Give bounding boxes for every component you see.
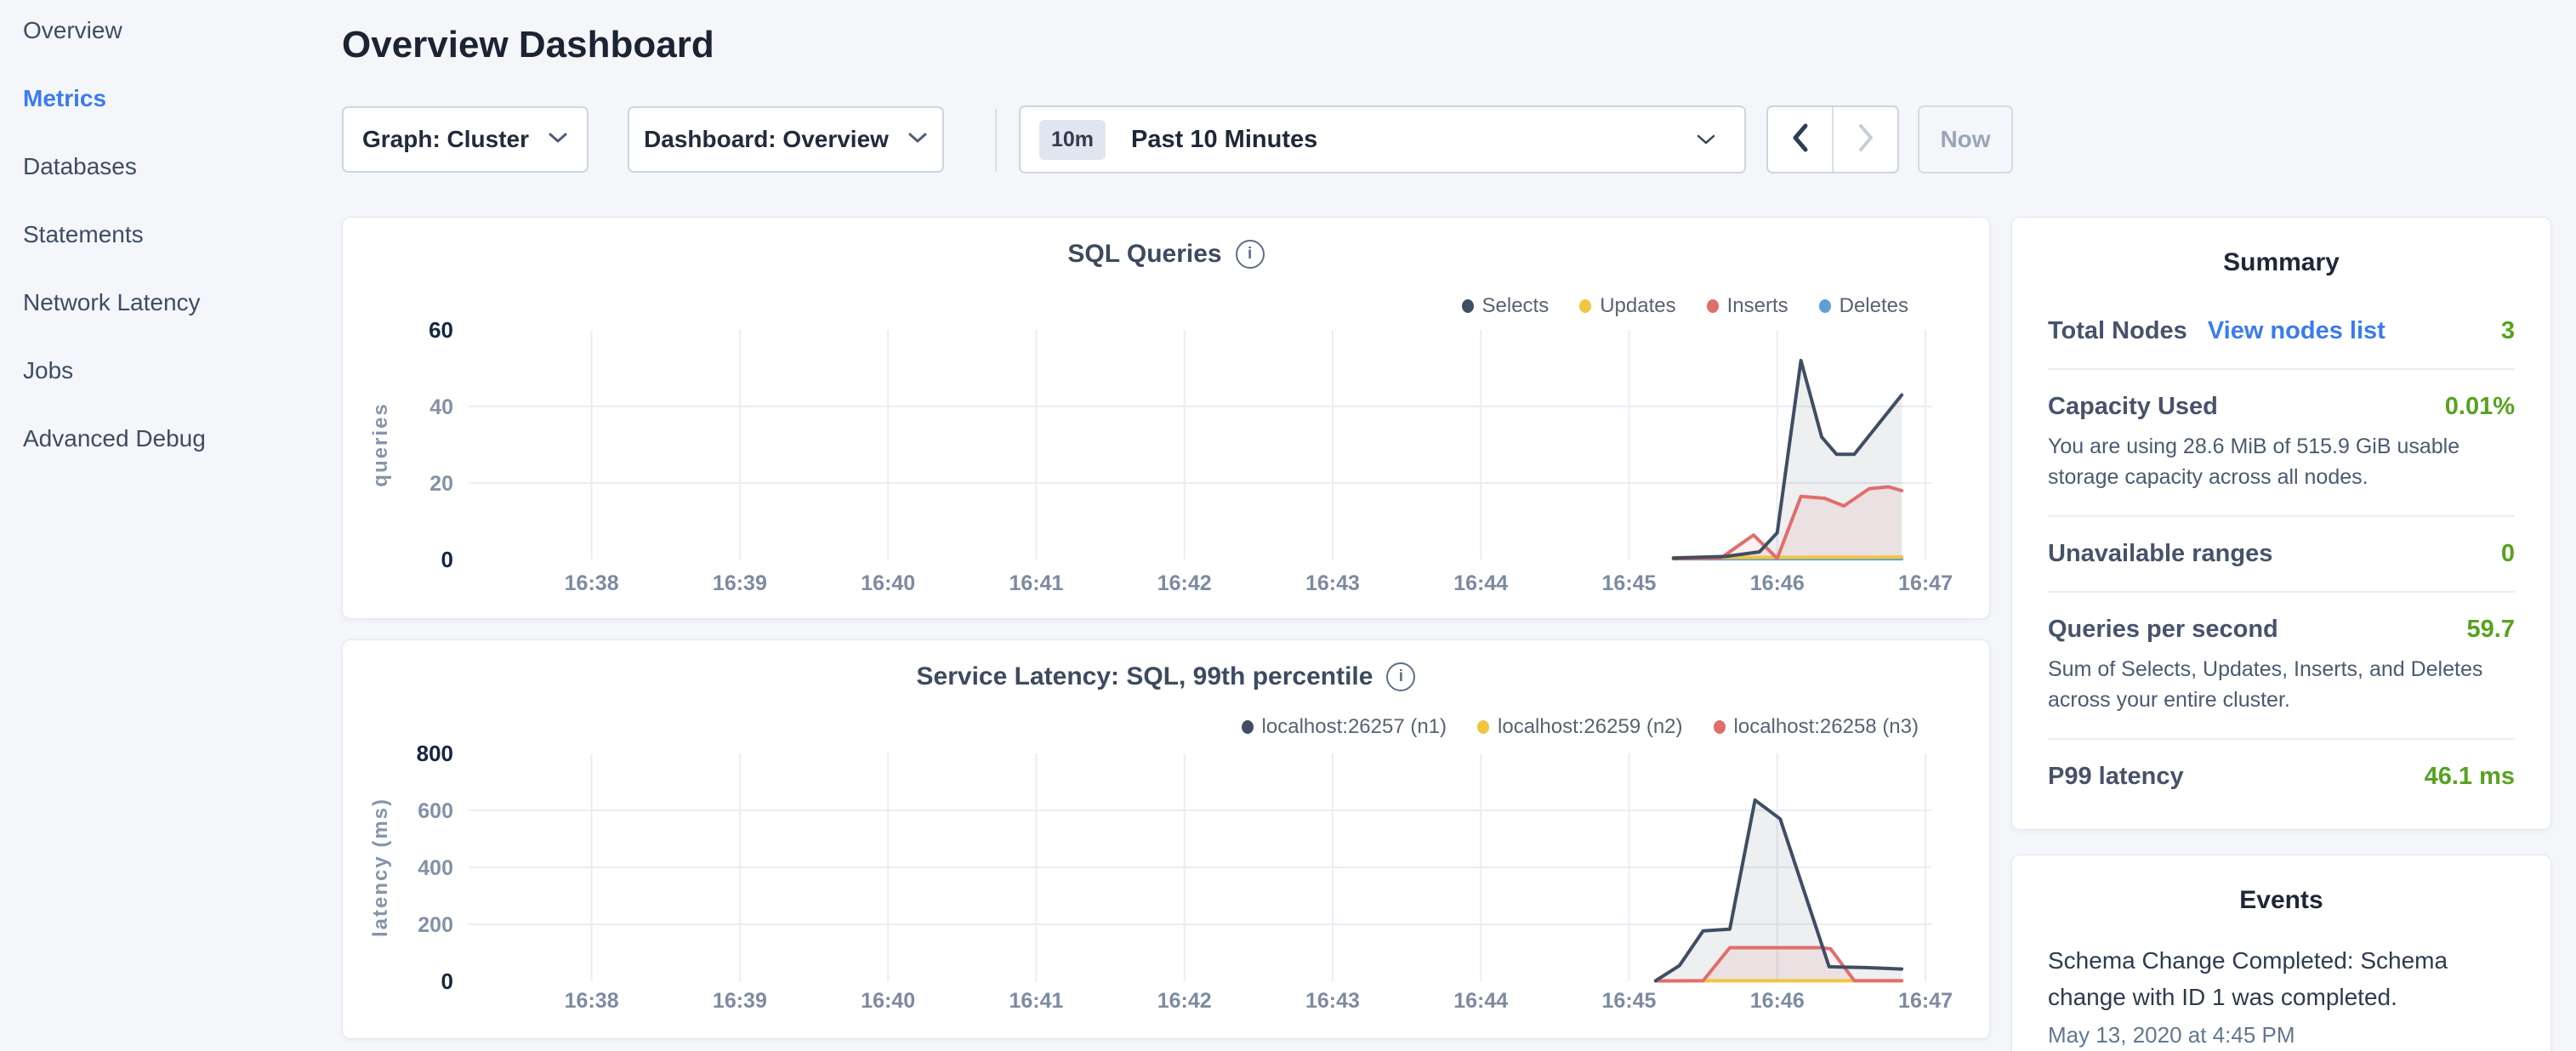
p99-latency-value: 46.1 ms bbox=[2425, 763, 2515, 791]
dashboard-dropdown[interactable]: Dashboard: Overview bbox=[628, 106, 944, 173]
time-range-badge: 10m bbox=[1039, 120, 1106, 160]
svg-text:40: 40 bbox=[429, 395, 453, 419]
svg-text:16:46: 16:46 bbox=[1750, 571, 1805, 595]
sidebar-item-network-latency[interactable]: Network Latency bbox=[23, 291, 340, 315]
svg-text:16:41: 16:41 bbox=[1009, 989, 1063, 1013]
chevron-down-icon bbox=[907, 132, 928, 148]
summary-row-total-nodes: Total Nodes View nodes list 3 bbox=[2048, 294, 2515, 370]
time-range-label: Past 10 Minutes bbox=[1131, 126, 1317, 154]
svg-text:16:44: 16:44 bbox=[1453, 989, 1508, 1013]
summary-row-unavailable-ranges: Unavailable ranges 0 bbox=[2048, 517, 2515, 593]
summary-row-queries-per-second: Queries per second 59.7 Sum of Selects, … bbox=[2048, 593, 2515, 740]
svg-text:16:39: 16:39 bbox=[713, 571, 767, 595]
events-panel: Events Schema Change Completed: Schema c… bbox=[2011, 855, 2551, 1051]
svg-text:20: 20 bbox=[429, 472, 453, 496]
chevron-right-icon bbox=[1857, 123, 1874, 156]
svg-text:16:41: 16:41 bbox=[1009, 571, 1063, 595]
svg-text:60: 60 bbox=[429, 317, 453, 343]
svg-text:16:46: 16:46 bbox=[1750, 989, 1805, 1013]
sidebar-item-statements[interactable]: Statements bbox=[23, 223, 340, 247]
event-message[interactable]: Schema Change Completed: Schema change w… bbox=[2048, 942, 2515, 1015]
svg-text:16:43: 16:43 bbox=[1305, 571, 1360, 595]
svg-text:16:47: 16:47 bbox=[1898, 571, 1953, 595]
service-latency-chart-panel: Service Latency: SQL, 99th percentile i … bbox=[342, 639, 1990, 1039]
toolbar-divider bbox=[995, 109, 997, 172]
chevron-down-icon bbox=[1697, 134, 1715, 150]
svg-text:16:38: 16:38 bbox=[565, 989, 619, 1013]
sidebar-item-overview[interactable]: Overview bbox=[23, 19, 340, 43]
page-title: Overview Dashboard bbox=[342, 24, 714, 66]
queries-per-second-value: 59.7 bbox=[2467, 616, 2515, 644]
svg-text:16:38: 16:38 bbox=[565, 571, 619, 595]
svg-text:16:40: 16:40 bbox=[861, 571, 915, 595]
svg-text:16:39: 16:39 bbox=[713, 989, 767, 1013]
svg-text:16:45: 16:45 bbox=[1602, 571, 1657, 595]
svg-text:16:42: 16:42 bbox=[1157, 989, 1212, 1013]
db-console-metrics-page: Overview Metrics Databases Statements Ne… bbox=[0, 0, 2576, 1051]
svg-text:16:44: 16:44 bbox=[1453, 571, 1508, 595]
graph-scope-label: Graph: Cluster bbox=[362, 126, 529, 153]
queries-per-second-description: Sum of Selects, Updates, Inserts, and De… bbox=[2048, 654, 2515, 715]
summary-panel: Summary Total Nodes View nodes list 3 Ca… bbox=[2011, 217, 2551, 830]
svg-text:queries: queries bbox=[369, 402, 392, 486]
svg-text:800: 800 bbox=[417, 741, 453, 766]
svg-text:latency (ms): latency (ms) bbox=[369, 798, 392, 937]
capacity-used-description: You are using 28.6 MiB of 515.9 GiB usab… bbox=[2048, 431, 2515, 492]
summary-title: Summary bbox=[2012, 248, 2550, 277]
sidebar-item-metrics[interactable]: Metrics bbox=[23, 87, 340, 111]
svg-text:0: 0 bbox=[441, 547, 453, 572]
view-nodes-list-link[interactable]: View nodes list bbox=[2208, 317, 2386, 345]
svg-text:16:45: 16:45 bbox=[1602, 989, 1657, 1013]
svg-text:16:47: 16:47 bbox=[1898, 989, 1953, 1013]
sql-queries-plot[interactable]: 16:38 16:39 16:40 16:41 16:42 16:43 16:44 16:45… bbox=[343, 218, 1991, 620]
time-step-back-button[interactable] bbox=[1768, 107, 1834, 172]
chevron-down-icon bbox=[548, 132, 568, 148]
summary-row-p99-latency: P99 latency 46.1 ms bbox=[2048, 740, 2515, 814]
events-title: Events bbox=[2012, 886, 2550, 915]
sidebar-item-databases[interactable]: Databases bbox=[23, 155, 340, 179]
chevron-left-icon bbox=[1792, 123, 1809, 156]
sidebar-item-jobs[interactable]: Jobs bbox=[23, 359, 340, 383]
svg-text:16:42: 16:42 bbox=[1157, 571, 1212, 595]
graph-scope-dropdown[interactable]: Graph: Cluster bbox=[342, 106, 589, 173]
unavailable-ranges-value: 0 bbox=[2501, 540, 2515, 568]
time-step-buttons bbox=[1766, 105, 1899, 173]
sql-queries-chart-panel: SQL Queries i Selects Updates Inserts De… bbox=[342, 217, 1990, 619]
sidebar: Overview Metrics Databases Statements Ne… bbox=[0, 0, 340, 1051]
svg-text:16:40: 16:40 bbox=[861, 989, 915, 1013]
event-timestamp: May 13, 2020 at 4:45 PM bbox=[2048, 1022, 2515, 1048]
time-range-selector[interactable]: 10m Past 10 Minutes bbox=[1019, 105, 1746, 173]
svg-text:200: 200 bbox=[418, 913, 453, 937]
summary-row-capacity-used: Capacity Used 0.01% You are using 28.6 M… bbox=[2048, 370, 2515, 517]
now-button[interactable]: Now bbox=[1918, 105, 2013, 173]
total-nodes-value: 3 bbox=[2501, 317, 2515, 345]
svg-text:600: 600 bbox=[418, 799, 453, 823]
dashboard-label: Dashboard: Overview bbox=[644, 126, 889, 153]
time-step-forward-button[interactable] bbox=[1834, 107, 1897, 172]
svg-text:16:43: 16:43 bbox=[1305, 989, 1360, 1013]
svg-text:0: 0 bbox=[441, 969, 453, 994]
sidebar-item-advanced-debug[interactable]: Advanced Debug bbox=[23, 427, 340, 451]
svg-text:400: 400 bbox=[418, 856, 453, 880]
capacity-used-value: 0.01% bbox=[2445, 393, 2515, 421]
service-latency-plot[interactable]: 16:38 16:39 16:40 16:41 16:42 16:43 16:44 16:45… bbox=[343, 640, 1991, 1040]
